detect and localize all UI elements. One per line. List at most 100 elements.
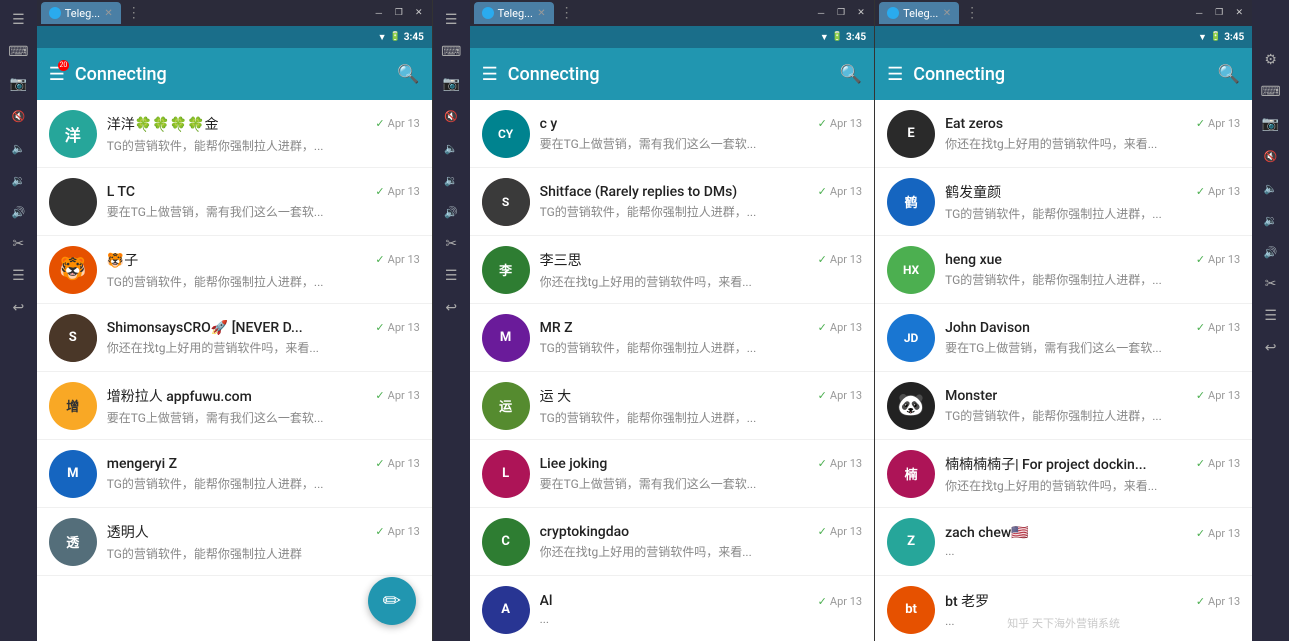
toolbar-icon-scissors[interactable]: ✂: [3, 229, 33, 259]
mid-toolbar-icon-camera[interactable]: 📷: [436, 69, 466, 99]
tab-more-2[interactable]: ⋮: [560, 5, 574, 21]
right-toolbar-icon-keyboard[interactable]: ⌨: [1256, 77, 1286, 107]
left-toolbar: ☰ ⌨ 📷 🔇 🔈 🔉 🔊 ✂ ☰ ↩: [0, 0, 37, 641]
tab-close-2[interactable]: ✕: [537, 8, 545, 19]
toolbar-icon-mute[interactable]: 🔇: [3, 101, 33, 131]
chat-item-2-5[interactable]: L Liee joking ✓ Apr 13 要在TG上做营销，需有我们这么一套…: [470, 440, 874, 508]
chat-item-2-3[interactable]: M MR Z ✓ Apr 13 TG的营销软件，能帮你强制拉人进群，...: [470, 304, 874, 372]
avatar-2-6: C: [482, 518, 530, 566]
right-toolbar-icon-vol3[interactable]: 🔊: [1256, 237, 1286, 267]
chat-content-2-3: MR Z ✓ Apr 13 TG的营销软件，能帮你强制拉人进群，...: [540, 320, 862, 356]
hamburger-menu-1[interactable]: ☰ 20: [49, 64, 65, 85]
chat-item-1-1[interactable]: L TC ✓ Apr 13 要在TG上做营销，需有我们这么一套软...: [37, 168, 432, 236]
chat-item-3-4[interactable]: 🐼 Monster ✓ Apr 13 TG的营销软件，能帮你强制拉人进群，...: [875, 372, 1252, 440]
win-restore-3[interactable]: ❐: [1210, 6, 1228, 20]
chat-item-1-2[interactable]: 🐯 🐯子 ✓ Apr 13 TG的营销软件，能帮你强制拉人进群，...: [37, 236, 432, 304]
win-close-2[interactable]: ✕: [852, 6, 870, 20]
right-toolbar-icon-gear[interactable]: ⚙: [1256, 45, 1286, 75]
toolbar-icon-camera[interactable]: 📷: [3, 69, 33, 99]
chat-name-3-1: 鹤发童颜: [945, 182, 1001, 202]
battery-icon-2: 🔋: [832, 32, 843, 42]
status-time-2: 3:45: [846, 32, 866, 43]
chat-list-1[interactable]: 洋 洋洋🍀🍀🍀🍀金 ✓ Apr 13 TG的营销软件，能帮你强制拉人进群，...…: [37, 100, 432, 641]
compose-fab-1[interactable]: ✏: [368, 577, 416, 625]
mid-toolbar-icon-scissors[interactable]: ✂: [436, 229, 466, 259]
toolbar-icon-vol1[interactable]: 🔈: [3, 133, 33, 163]
chat-item-2-6[interactable]: C cryptokingdao ✓ Apr 13 你还在找tg上好用的营销软件吗…: [470, 508, 874, 576]
win-restore-1[interactable]: ❐: [390, 6, 408, 20]
search-icon-2[interactable]: 🔍: [840, 64, 862, 85]
mid-toolbar-icon-menu[interactable]: ☰: [436, 5, 466, 35]
chat-item-3-0[interactable]: E Eat zeros ✓ Apr 13 你还在找tg上好用的营销软件吗，来看.…: [875, 100, 1252, 168]
search-icon-1[interactable]: 🔍: [397, 64, 419, 85]
chat-item-1-3[interactable]: S ShimonsaysCRO🚀 [NEVER D... ✓ Apr 13 你还…: [37, 304, 432, 372]
avatar-1-1: [49, 178, 97, 226]
right-toolbar-icon-camera[interactable]: 📷: [1256, 109, 1286, 139]
tab-telegram-2[interactable]: Teleg... ✕: [474, 2, 554, 24]
chat-item-2-1[interactable]: S Shitface (Rarely replies to DMs) ✓ Apr…: [470, 168, 874, 236]
chat-list-2[interactable]: CY c y ✓ Apr 13 要在TG上做营销，需有我们这么一套软... S …: [470, 100, 874, 641]
hamburger-menu-2[interactable]: ☰: [482, 64, 498, 85]
search-icon-3[interactable]: 🔍: [1218, 64, 1240, 85]
chat-content-2-6: cryptokingdao ✓ Apr 13 你还在找tg上好用的营销软件吗，来…: [540, 524, 862, 560]
chat-item-3-2[interactable]: HX heng xue ✓ Apr 13 TG的营销软件，能帮你强制拉人进群，.…: [875, 236, 1252, 304]
right-toolbar-icon-vol2[interactable]: 🔉: [1256, 205, 1286, 235]
right-toolbar-icon-scissors[interactable]: ✂: [1256, 269, 1286, 299]
win-restore-2[interactable]: ❐: [832, 6, 850, 20]
tab-telegram-1[interactable]: Teleg... ✕: [41, 2, 121, 24]
chat-item-3-1[interactable]: 鹤 鹤发童颜 ✓ Apr 13 TG的营销软件，能帮你强制拉人进群，...: [875, 168, 1252, 236]
tab-more-3[interactable]: ⋮: [965, 5, 979, 21]
chat-item-2-0[interactable]: CY c y ✓ Apr 13 要在TG上做营销，需有我们这么一套软...: [470, 100, 874, 168]
chat-item-1-5[interactable]: M mengeryi Z ✓ Apr 13 TG的营销软件，能帮你强制拉人进群，…: [37, 440, 432, 508]
chat-preview-1-4: 要在TG上做营销，需有我们这么一套软...: [107, 409, 420, 426]
toolbar-icon-keyboard[interactable]: ⌨: [3, 37, 33, 67]
chat-item-2-2[interactable]: 李 李三思 ✓ Apr 13 你还在找tg上好用的营销软件吗，来看...: [470, 236, 874, 304]
mid-toolbar-icon-vol1[interactable]: 🔈: [436, 133, 466, 163]
chat-item-3-5[interactable]: 楠 楠楠楠楠子| For project dockin... ✓ Apr 13 …: [875, 440, 1252, 508]
win-close-1[interactable]: ✕: [410, 6, 428, 20]
chat-preview-2-1: TG的营销软件，能帮你强制拉人进群，...: [540, 203, 862, 220]
mid-toolbar-icon-keyboard[interactable]: ⌨: [436, 37, 466, 67]
tg-title-3: Connecting: [913, 64, 1208, 85]
toolbar-icon-reply[interactable]: ↩: [3, 293, 33, 323]
mid-toolbar-icon-vol3[interactable]: 🔊: [436, 197, 466, 227]
hamburger-menu-3[interactable]: ☰: [887, 64, 903, 85]
win-close-3[interactable]: ✕: [1230, 6, 1248, 20]
chat-item-2-4[interactable]: 运 运 大 ✓ Apr 13 TG的营销软件，能帮你强制拉人进群，...: [470, 372, 874, 440]
tab-more-1[interactable]: ⋮: [127, 5, 141, 21]
toolbar-icon-menu[interactable]: ☰: [3, 5, 33, 35]
toolbar-icon-vol3[interactable]: 🔊: [3, 197, 33, 227]
chat-list-3[interactable]: E Eat zeros ✓ Apr 13 你还在找tg上好用的营销软件吗，来看.…: [875, 100, 1252, 641]
right-toolbar-icon-reply[interactable]: ↩: [1256, 333, 1286, 363]
right-toolbar-icon-mute[interactable]: 🔇: [1256, 141, 1286, 171]
chat-preview-3-5: 你还在找tg上好用的营销软件吗，来看...: [945, 477, 1240, 494]
chat-top-3-6: zach chew🇺🇸 ✓ Apr 13: [945, 525, 1240, 541]
mid-toolbar-icon-list[interactable]: ☰: [436, 261, 466, 291]
toolbar-icon-vol2[interactable]: 🔉: [3, 165, 33, 195]
mid-toolbar-icon-reply[interactable]: ↩: [436, 293, 466, 323]
right-toolbar-icon-vol1[interactable]: 🔈: [1256, 173, 1286, 203]
chat-item-1-0[interactable]: 洋 洋洋🍀🍀🍀🍀金 ✓ Apr 13 TG的营销软件，能帮你强制拉人进群，...: [37, 100, 432, 168]
tab-bar-1: Teleg... ✕ ⋮ ─ ❐ ✕: [37, 0, 432, 26]
chat-item-2-7[interactable]: A Al ✓ Apr 13 ...: [470, 576, 874, 641]
mid-toolbar-icon-mute[interactable]: 🔇: [436, 101, 466, 131]
tab-close-1[interactable]: ✕: [104, 8, 112, 19]
chat-item-1-4[interactable]: 增 增粉拉人 appfuwu.com ✓ Apr 13 要在TG上做营销，需有我…: [37, 372, 432, 440]
win-minimize-1[interactable]: ─: [370, 6, 388, 20]
tab-close-3[interactable]: ✕: [943, 8, 951, 19]
chat-item-3-6[interactable]: Z zach chew🇺🇸 ✓ Apr 13 ...: [875, 508, 1252, 576]
wifi-icon-1: ▼: [378, 32, 387, 43]
chat-item-3-3[interactable]: JD John Davison ✓ Apr 13 要在TG上做营销，需有我们这么…: [875, 304, 1252, 372]
right-toolbar-icon-list[interactable]: ☰: [1256, 301, 1286, 331]
win-controls-1: ─ ❐ ✕: [370, 6, 428, 20]
chat-top-3-3: John Davison ✓ Apr 13: [945, 320, 1240, 336]
win-minimize-3[interactable]: ─: [1190, 6, 1208, 20]
mid-toolbar-icon-vol2[interactable]: 🔉: [436, 165, 466, 195]
chat-item-1-6[interactable]: 透 透明人 ✓ Apr 13 TG的营销软件，能帮你强制拉人进群: [37, 508, 432, 576]
chat-item-3-7[interactable]: bt bt 老罗 ✓ Apr 13 ...: [875, 576, 1252, 641]
tab-telegram-3[interactable]: Teleg... ✕: [879, 2, 959, 24]
toolbar-icon-list[interactable]: ☰: [3, 261, 33, 291]
win-minimize-2[interactable]: ─: [812, 6, 830, 20]
chat-content-1-5: mengeryi Z ✓ Apr 13 TG的营销软件，能帮你强制拉人进群，..…: [107, 456, 420, 492]
chat-time-3-4: ✓ Apr 13: [1196, 389, 1240, 402]
